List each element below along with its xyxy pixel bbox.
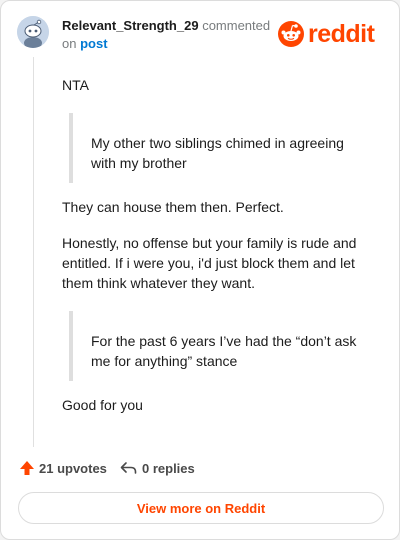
- blockquote-text: For the past 6 years I’ve had the “don’t…: [91, 333, 357, 369]
- comment-card: Relevant_Strength_29 commented on post r…: [0, 0, 400, 540]
- reddit-logo-icon: [278, 21, 304, 47]
- blockquote-text: My other two siblings chimed in agreeing…: [91, 135, 344, 171]
- reddit-wordmark: reddit: [308, 20, 375, 48]
- blockquote: My other two siblings chimed in agreeing…: [69, 113, 369, 183]
- reddit-logo[interactable]: reddit: [278, 19, 375, 49]
- replies-label: 0 replies: [142, 460, 195, 476]
- thread-line: [33, 57, 34, 447]
- reply-arrow-icon: [120, 460, 137, 476]
- view-more-button[interactable]: View more on Reddit: [18, 492, 384, 524]
- comment-paragraph: Honestly, no offense but your family is …: [62, 235, 357, 291]
- comment-paragraph: NTA: [62, 77, 89, 93]
- comment-paragraph: They can house them then. Perfect.: [62, 199, 284, 215]
- commented-label: commented: [202, 18, 271, 33]
- post-link[interactable]: post: [80, 36, 107, 51]
- upvote-arrow-icon[interactable]: [19, 460, 35, 476]
- upvote-count[interactable]: 21 upvotes: [19, 458, 107, 478]
- comment-paragraph: Good for you: [62, 397, 143, 413]
- comment-author-line: Relevant_Strength_29 commented on post: [62, 17, 277, 53]
- user-avatar-icon[interactable]: [17, 16, 49, 48]
- upvotes-label: 21 upvotes: [39, 460, 107, 476]
- username-link[interactable]: Relevant_Strength_29: [62, 18, 199, 33]
- blockquote: For the past 6 years I’ve had the “don’t…: [69, 311, 369, 381]
- reply-count[interactable]: 0 replies: [120, 458, 195, 478]
- on-label: on: [62, 36, 77, 51]
